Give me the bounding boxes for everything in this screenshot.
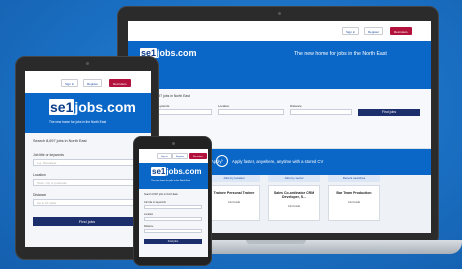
recruiters-button[interactable]: Recruiters: [189, 153, 207, 159]
distance-select[interactable]: [144, 229, 202, 233]
job-card-title: Bar Team Production: [336, 191, 372, 195]
job-card-detail: Job Details: [287, 205, 301, 208]
site-logo[interactable]: se1jobs.com: [151, 167, 201, 176]
phone-device: Sign in Register Recruiters se1jobs.com …: [133, 136, 212, 266]
phone-topbar: Sign in Register Recruiters: [139, 149, 208, 163]
logo-prefix: se1: [49, 99, 75, 115]
sign-in-button[interactable]: Sign in: [342, 27, 360, 35]
tablet-hero: se1jobs.com The new home for jobs in the…: [25, 93, 151, 133]
arrow-icon: ›: [216, 155, 228, 167]
job-title-label: Job title or keywords: [33, 153, 64, 157]
laptop-camera-icon: [278, 12, 281, 15]
sign-in-button[interactable]: Sign in: [61, 79, 79, 87]
location-label: Location: [33, 173, 46, 177]
find-jobs-button[interactable]: Find jobs: [33, 217, 141, 226]
logo-suffix: jobs.com: [74, 99, 136, 115]
distance-label: Distance: [144, 225, 154, 228]
distance-select[interactable]: [290, 109, 352, 115]
site-logo[interactable]: se1jobs.com: [49, 99, 136, 115]
job-title-input[interactable]: e.g. Developer: [33, 159, 141, 166]
job-card-title: Sales Co-ordinator CRM Developer, S...: [273, 191, 315, 199]
location-label: Location: [144, 213, 154, 216]
logo-suffix: jobs.com: [157, 48, 197, 58]
job-card-title: Trainee Personal Trainer: [213, 191, 255, 195]
laptop-topbar: Sign in Register Recruiters: [128, 21, 431, 41]
job-title-input[interactable]: [144, 205, 202, 209]
tab-jobs-by-location[interactable]: Jobs by location: [208, 175, 260, 182]
job-card[interactable]: Bar Team Production Job Details: [328, 185, 380, 221]
job-card[interactable]: Trainee Personal Trainer Job Details: [208, 185, 260, 221]
distance-label: Distance: [33, 193, 47, 197]
job-card[interactable]: Sales Co-ordinator CRM Developer, S... J…: [268, 185, 320, 221]
tablet-camera-icon: [86, 62, 89, 65]
search-heading: Search 8,697 jobs in North East: [144, 193, 178, 196]
job-card-detail: Job Details: [227, 201, 241, 204]
job-title-label: Job title or keywords: [144, 201, 166, 204]
recruiters-button[interactable]: Recruiters: [390, 27, 412, 35]
find-jobs-button[interactable]: Find jobs: [144, 239, 202, 244]
logo-prefix: se1: [151, 167, 167, 176]
phone-hero: se1jobs.com The new home for jobs in the…: [139, 163, 208, 189]
distance-select[interactable]: Up to 10 miles: [33, 199, 141, 206]
register-button[interactable]: Register: [83, 79, 103, 87]
tab-jobs-by-sector[interactable]: Jobs by sector: [268, 175, 320, 182]
location-input[interactable]: Town, city or postcode: [33, 179, 141, 186]
tab-recent-searches[interactable]: Recent searches: [328, 175, 380, 182]
location-input[interactable]: [144, 217, 202, 221]
location-input[interactable]: [218, 109, 284, 115]
promo-right-text: Apply faster, anywhere, anytime with a s…: [232, 159, 324, 164]
register-button[interactable]: Register: [172, 153, 189, 159]
recruiters-button[interactable]: Recruiters: [109, 79, 131, 87]
laptop-hero: se1jobs.com The new home for jobs in the…: [128, 41, 431, 89]
tagline: The new home for jobs in the North East: [49, 120, 107, 124]
search-heading: Search 8,697 jobs in North East: [33, 139, 87, 143]
phone-camera-icon: [172, 142, 175, 145]
distance-label: Distance: [290, 104, 302, 108]
tablet-topbar: Sign in Register Recruiters: [25, 71, 151, 93]
location-label: Location: [218, 104, 230, 108]
job-card-detail: Job Details: [347, 201, 361, 204]
register-button[interactable]: Register: [364, 27, 384, 35]
tagline: The new home for jobs in the North East: [294, 51, 387, 57]
sign-in-button[interactable]: Sign in: [157, 153, 172, 159]
tagline: The new home for jobs in the North East: [151, 180, 191, 182]
find-jobs-button[interactable]: Find jobs: [358, 109, 420, 116]
phone-search-panel: Search 8,697 jobs in North East Job titl…: [139, 189, 208, 257]
logo-suffix: jobs.com: [166, 167, 202, 176]
phone-screen: Sign in Register Recruiters se1jobs.com …: [139, 149, 208, 257]
